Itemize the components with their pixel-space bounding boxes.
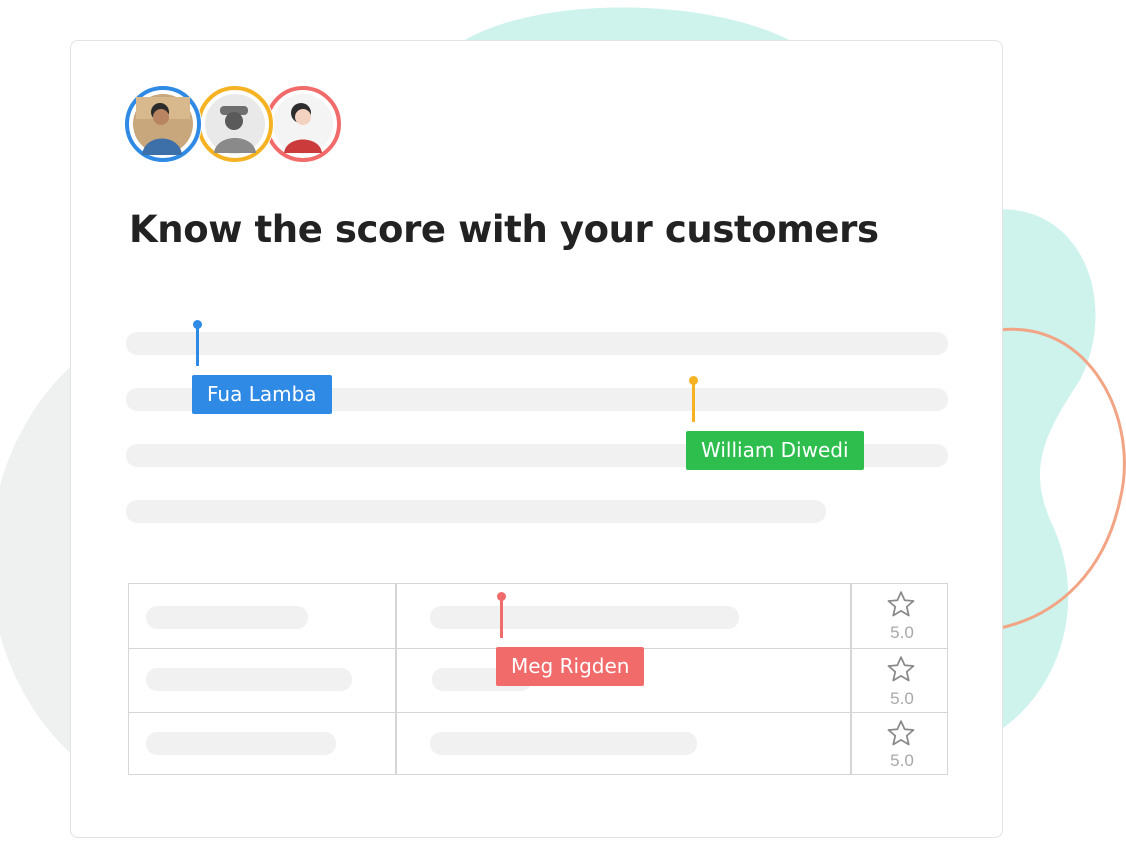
avatar — [124, 85, 202, 163]
page-title: Know the score with your customers — [129, 208, 879, 251]
person-avatar-icon — [265, 86, 341, 162]
rating-value: 5.0 — [890, 689, 914, 708]
cell-placeholder-bar — [146, 732, 336, 755]
text-placeholder-bar — [126, 500, 826, 523]
rating-value: 5.0 — [890, 751, 914, 770]
star-icon[interactable] — [886, 718, 916, 748]
rating-value: 5.0 — [890, 623, 914, 642]
collaborator-tag: William Diwedi — [686, 431, 864, 470]
star-icon[interactable] — [886, 654, 916, 684]
column-divider — [850, 584, 852, 774]
cell-placeholder-bar — [430, 732, 697, 755]
star-icon[interactable] — [886, 589, 916, 619]
collaborator-tag: Fua Lamba — [192, 375, 332, 414]
cell-placeholder-bar — [146, 668, 352, 691]
avatar — [264, 85, 342, 163]
cell-placeholder-bar — [430, 606, 739, 629]
person-avatar-icon — [197, 86, 273, 162]
mint-blob-right — [990, 209, 1096, 731]
table-row: 5.0 — [129, 584, 947, 649]
collaborator-tag: Meg Rigden — [496, 647, 645, 686]
avatar — [196, 85, 274, 163]
table-row: 5.0 — [129, 713, 947, 774]
cursor-pin-line — [500, 598, 503, 638]
column-divider — [395, 584, 397, 774]
cursor-pin-line — [196, 326, 199, 366]
cursor-pin-line — [692, 382, 695, 422]
text-placeholder-bar — [126, 332, 948, 355]
cell-placeholder-bar — [146, 606, 308, 629]
person-avatar-icon — [125, 86, 201, 162]
